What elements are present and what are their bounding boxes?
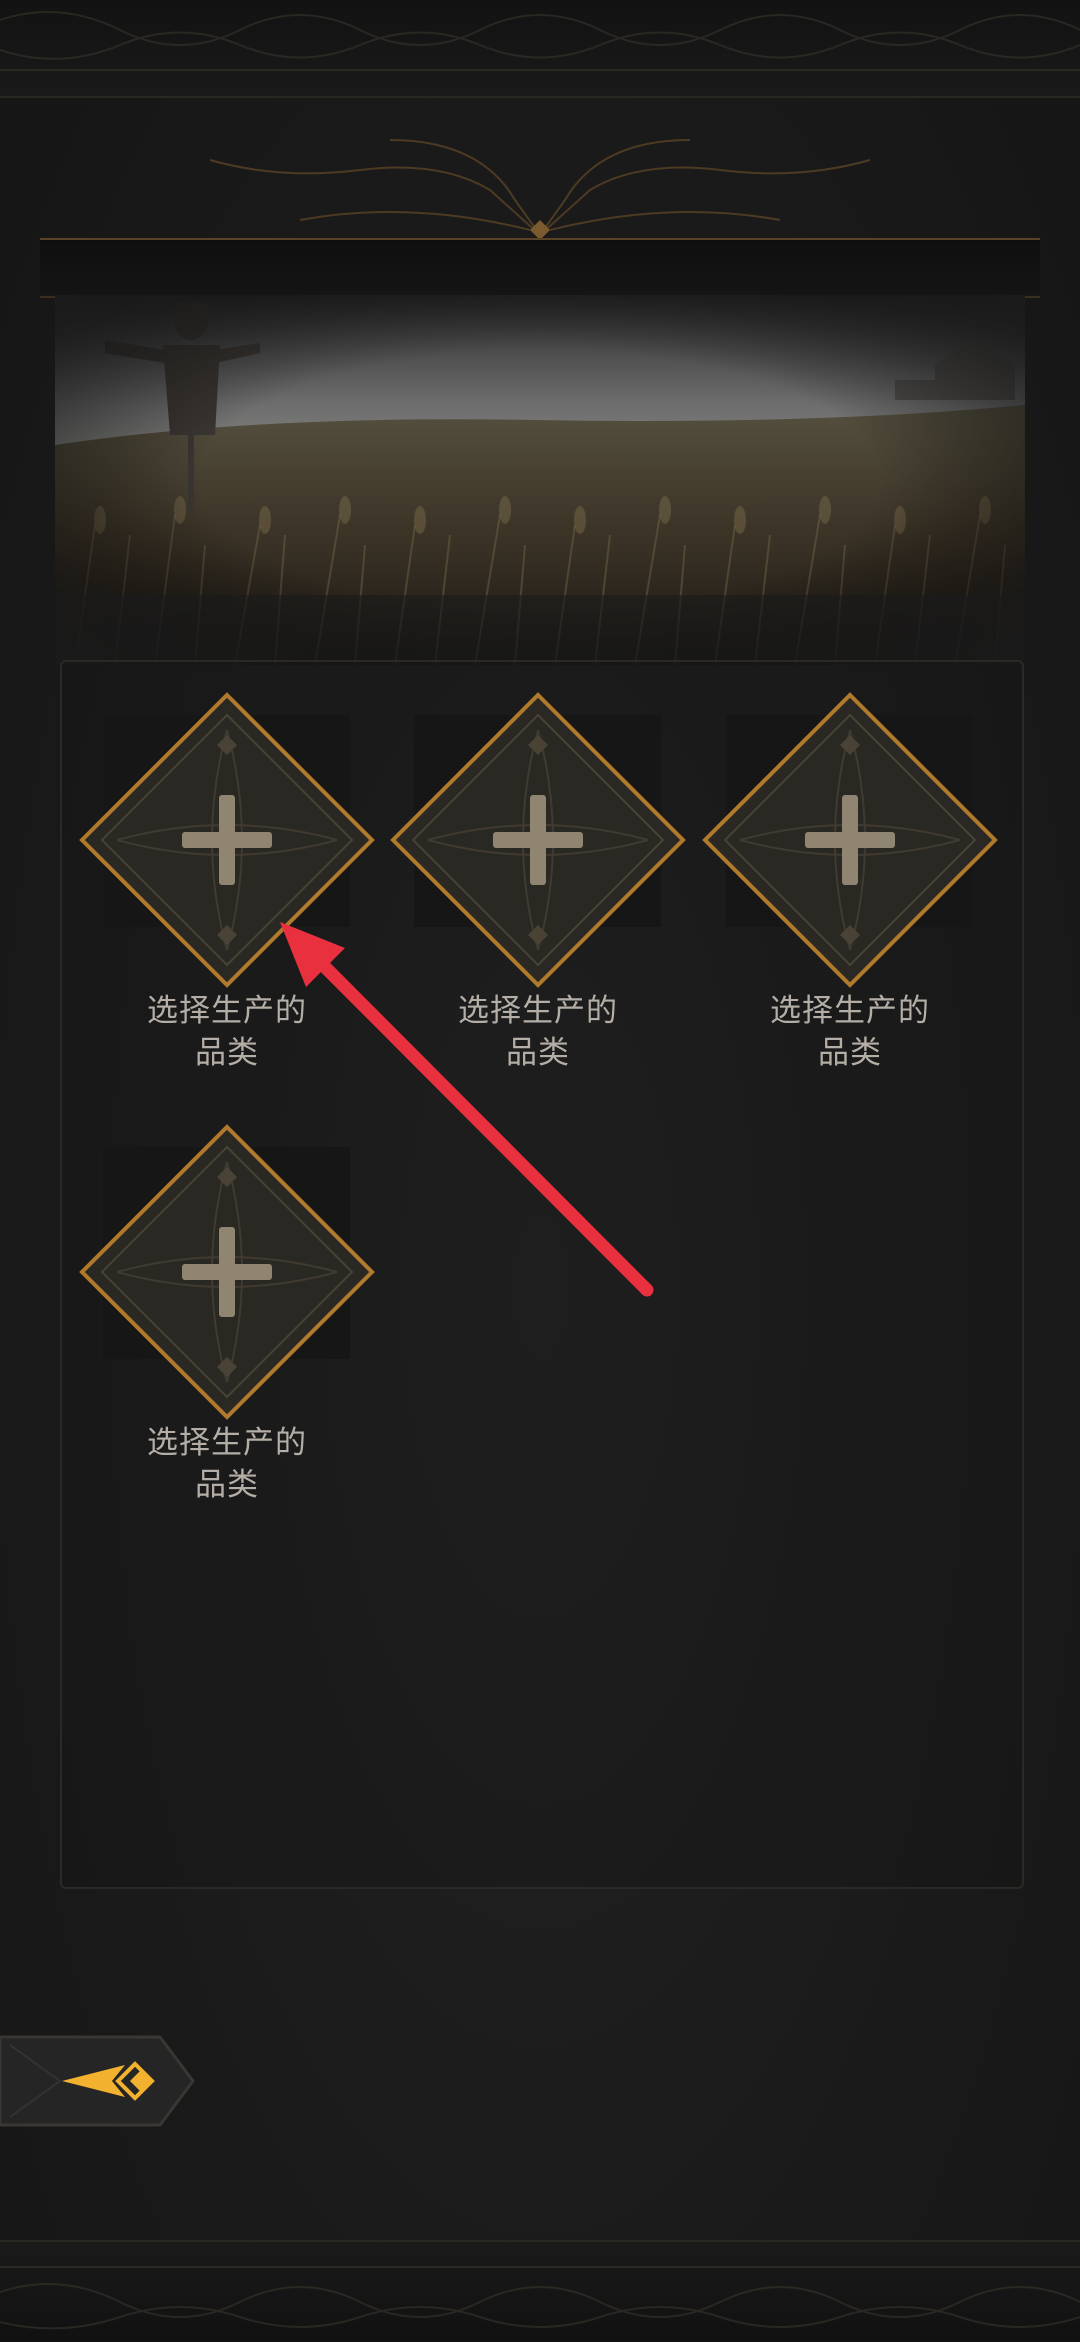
add-slot-button[interactable] [700,690,1000,990]
slot-label-line1: 选择生产的 [147,993,307,1029]
top-frame-border [0,0,1080,98]
slot-label-line1: 选择生产的 [770,993,930,1029]
slot-label-line2: 品类 [195,1467,259,1503]
slot-label: 选择生产的 品类 [373,990,703,1074]
header-bar [40,238,1040,298]
production-screen: 选择生产的 品类 选择生产的 品类 选择生产的 品类 选择生产的 品类 [0,0,1080,2342]
slot-label-line2: 品类 [195,1035,259,1071]
add-slot-button[interactable] [388,690,688,990]
slot-label-line2: 品类 [818,1035,882,1071]
production-slot-4[interactable]: 选择生产的 品类 [62,1092,375,1522]
slot-label-line1: 选择生产的 [147,1425,307,1461]
slot-label-line2: 品类 [506,1035,570,1071]
back-button[interactable] [0,2035,195,2127]
slot-label: 选择生产的 品类 [685,990,1015,1074]
bottom-frame-border [0,2240,1080,2342]
slot-label: 选择生产的 品类 [62,990,392,1074]
add-slot-button[interactable] [77,690,377,990]
production-slot-2[interactable]: 选择生产的 品类 [373,660,686,1090]
production-slot-3[interactable]: 选择生产的 品类 [685,660,998,1090]
ornament-pattern-icon [0,2266,1080,2330]
slot-label: 选择生产的 品类 [62,1422,392,1506]
add-slot-button[interactable] [77,1122,377,1422]
ornament-pattern-icon [0,11,1080,71]
production-slot-1[interactable]: 选择生产的 品类 [62,660,375,1090]
slot-label-line1: 选择生产的 [458,993,618,1029]
scarecrow-wheat-field-image [55,295,1025,665]
header-ornament-icon [209,139,871,240]
